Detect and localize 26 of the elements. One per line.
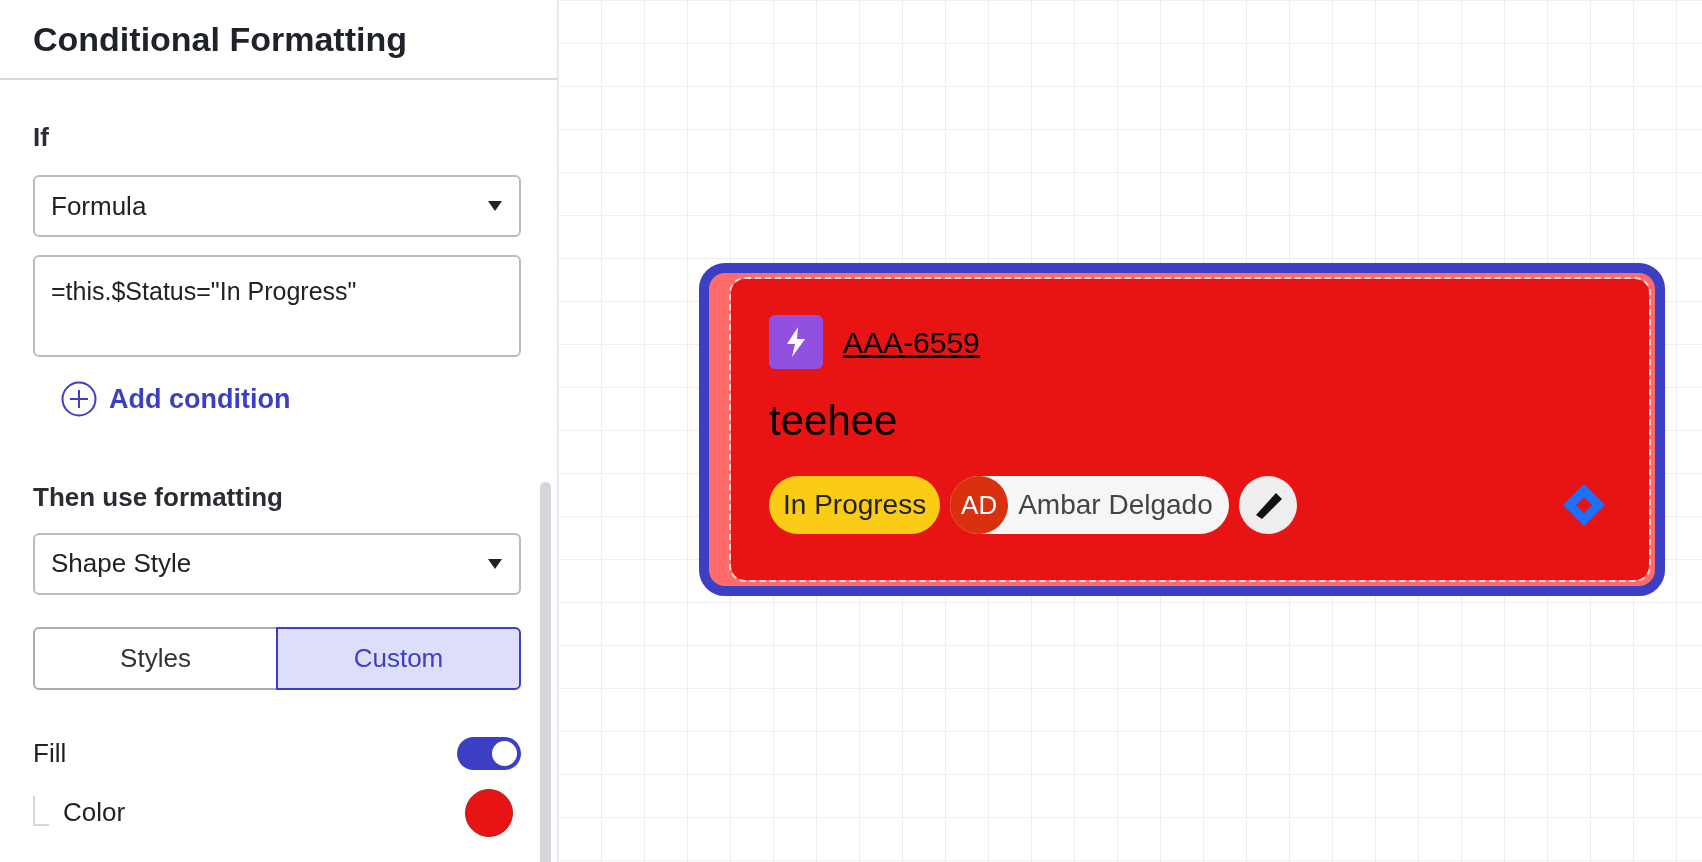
format-type-select[interactable]: Shape Style bbox=[33, 532, 521, 595]
dropdown-caret-icon bbox=[487, 200, 503, 212]
plus-circle-icon bbox=[61, 381, 97, 418]
panel-title: Conditional Formatting bbox=[33, 18, 407, 60]
add-condition-link[interactable]: Add condition bbox=[61, 379, 291, 420]
style-mode-tab[interactable]: Styles bbox=[33, 626, 278, 690]
formula-input[interactable]: =this.$Status="In Progress" bbox=[33, 255, 521, 357]
issue-title: teehee bbox=[769, 396, 898, 446]
fill-toggle[interactable] bbox=[457, 736, 521, 770]
tree-connector-line bbox=[33, 796, 49, 826]
style-mode-tab[interactable]: Custom bbox=[276, 626, 521, 690]
if-label: If bbox=[33, 121, 49, 154]
assignee-name: Ambar Delgado bbox=[1018, 488, 1213, 522]
lightning-icon bbox=[769, 315, 823, 369]
condition-type-select[interactable]: Formula bbox=[33, 175, 521, 237]
then-label: Then use formatting bbox=[33, 480, 283, 514]
color-swatch[interactable] bbox=[465, 788, 513, 837]
fill-label: Fill bbox=[33, 736, 67, 770]
color-label: Color bbox=[63, 796, 126, 829]
diamond-logo-icon bbox=[1561, 482, 1607, 528]
avatar-placeholder bbox=[1238, 476, 1297, 534]
assignee-initials: AD bbox=[950, 476, 1009, 534]
status-badge: In Progress bbox=[769, 476, 941, 534]
card-border[interactable]: AAA-6559 teehee In Progress AD Ambar Delgado bbox=[699, 263, 1665, 596]
issue-key-link[interactable]: AAA-6559 bbox=[843, 319, 980, 365]
dropdown-caret-icon bbox=[487, 557, 503, 570]
